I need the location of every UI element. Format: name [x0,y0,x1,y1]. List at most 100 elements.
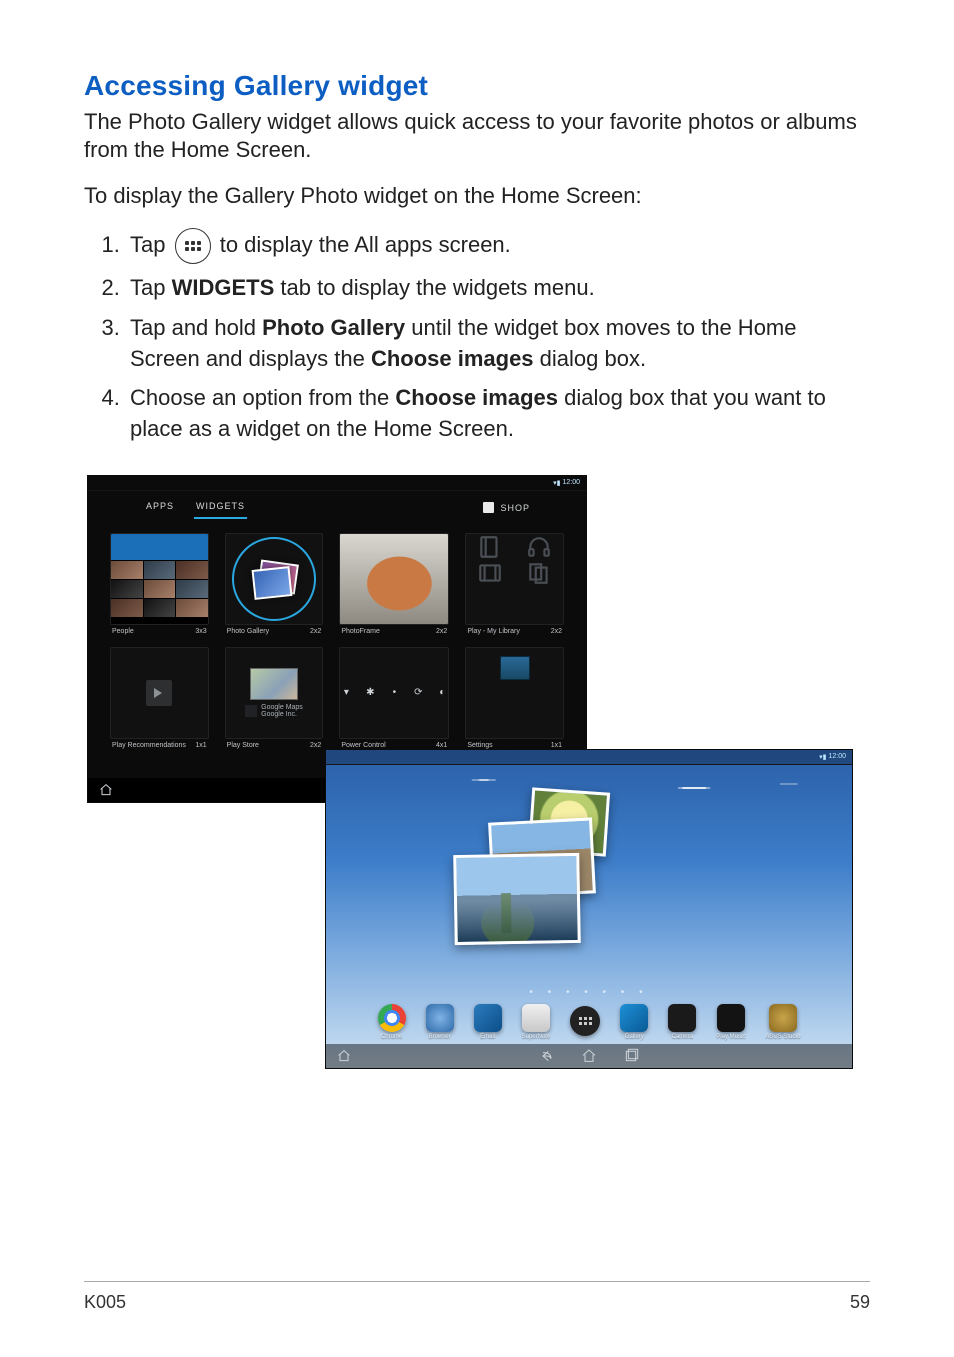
step-3: Tap and hold Photo Gallery until the wid… [126,312,870,374]
shop-button[interactable]: SHOP [483,502,530,513]
step-text: Choose an option from the [130,385,395,410]
dock-browser[interactable]: Browser [426,1004,454,1040]
dock-email[interactable]: Email [474,1004,502,1040]
maps-thumbnail [250,668,298,700]
home-screen: ▾▮ 12:00 • • • • • • • Chrome Browser Em… [325,749,853,1069]
widget-power-control[interactable]: ▾ ✱ • ⟳ ◐ Power Control4x1 [339,647,449,749]
photo-thumbnail [453,853,581,945]
dock-label: Browser [429,1034,451,1040]
step-1: Tap to display the All apps screen. [126,228,870,264]
dock-label: Camera [672,1034,693,1040]
status-bar: ▾▮ 12:00 [88,476,586,491]
footer-page-number: 59 [850,1292,870,1313]
email-icon [474,1004,502,1032]
dock-gallery[interactable]: Gallery [620,1004,648,1040]
supernote-icon [522,1004,550,1032]
page-indicator: • • • • • • • [326,987,852,998]
widget-play-recommendations[interactable]: Play Recommendations 1x1 [110,647,209,749]
widget-label: Settings [467,742,492,749]
gps-toggle-icon: • [388,687,400,699]
widget-size: 2x2 [310,742,321,749]
wifi-icon: ▾▮ [819,753,826,761]
steps-list: Tap to display the All apps screen. Tap … [84,228,870,444]
chrome-icon [378,1004,406,1032]
widget-size: 2x2 [310,628,321,635]
widget-photo-gallery[interactable]: Photo Gallery2x2 [225,533,324,635]
widget-label: Power Control [341,742,385,749]
book-icon [477,534,503,560]
nav-recent-icon[interactable] [623,1048,639,1064]
shop-bag-icon [483,502,494,513]
wifi-toggle-icon: ▾ [340,687,352,699]
dock-supernote[interactable]: SuperNote [522,1004,551,1040]
play-icon [245,705,257,717]
camera-icon [668,1004,696,1032]
footer-model: K005 [84,1292,126,1313]
music-icon [717,1004,745,1032]
step-text: Tap and hold [130,315,262,340]
shop-label: SHOP [500,503,530,513]
studio-icon [769,1004,797,1032]
all-apps-icon [570,1006,600,1036]
dock-label: Chrome [381,1034,402,1040]
widget-label: Play - My Library [467,628,520,635]
widget-label: Play Store [227,742,259,749]
photo-gallery-widget[interactable] [444,790,614,940]
step-2: Tap WIDGETS tab to display the widgets m… [126,272,870,303]
step-text: to display the All apps screen. [220,232,511,257]
widget-label: People [112,628,134,635]
step-bold: Choose images [371,346,534,371]
headphones-icon [526,534,552,560]
step-text: tab to display the widgets menu. [280,275,594,300]
widget-photoframe[interactable]: PhotoFrame 2x2 [339,533,449,635]
magazines-icon [526,560,552,586]
widget-people[interactable]: People 3x3 [110,533,209,635]
nav-home-center-icon[interactable] [581,1048,597,1064]
widget-play-my-library[interactable]: Play - My Library 2x2 [465,533,564,635]
figure-screenshots: ▾▮ 12:00 APPS WIDGETS SHOP People 3x3 [87,475,867,1075]
widget-settings[interactable]: Settings 1x1 [465,647,564,749]
widget-size: 2x2 [551,628,562,635]
globe-icon [426,1004,454,1032]
dock-play-music[interactable]: Play Music [716,1004,745,1040]
tab-apps[interactable]: APPS [144,497,176,519]
widget-size: 3x3 [195,628,206,635]
status-time: 12:00 [828,753,846,760]
dock-label: ASUS Studio [765,1034,800,1040]
featured-publisher: Google Inc. [261,711,303,718]
brightness-toggle-icon: ◐ [436,687,448,699]
page-footer: K005 59 [84,1281,870,1313]
status-bar: ▾▮ 12:00 [326,750,852,765]
lead-paragraph: To display the Gallery Photo widget on t… [84,182,870,210]
tab-widgets[interactable]: WIDGETS [194,497,247,519]
dock-all-apps[interactable] [570,1006,600,1038]
sync-toggle-icon: ⟳ [412,687,424,699]
widget-label: Play Recommendations [112,742,186,749]
step-bold: WIDGETS [172,275,275,300]
widget-size: 1x1 [551,742,562,749]
step-text: dialog box. [540,346,646,371]
nav-home-icon[interactable] [98,782,114,798]
widget-size: 4x1 [436,742,447,749]
dock-label: SuperNote [522,1034,551,1040]
intro-paragraph: The Photo Gallery widget allows quick ac… [84,108,870,164]
dock-asus-studio[interactable]: ASUS Studio [765,1004,800,1040]
widget-size: 1x1 [195,742,206,749]
nav-back-icon[interactable] [539,1048,555,1064]
dock-label: Gallery [625,1034,644,1040]
step-4: Choose an option from the Choose images … [126,382,870,444]
status-time: 12:00 [562,479,580,486]
step-text: Tap [130,232,172,257]
widget-size: 2x2 [436,628,447,635]
dock-chrome[interactable]: Chrome [378,1004,406,1040]
nav-home-icon[interactable] [336,1048,352,1064]
step-bold: Photo Gallery [262,315,405,340]
featured-app: Google Maps [261,704,303,711]
nav-bar [326,1044,852,1068]
widget-play-store[interactable]: Google Maps Google Inc. Play Store 2x2 [225,647,324,749]
film-icon [477,560,503,586]
widget-label: PhotoFrame [341,628,380,635]
section-heading: Accessing Gallery widget [84,70,870,102]
dock-camera[interactable]: Camera [668,1004,696,1040]
dock-label: Email [480,1034,495,1040]
